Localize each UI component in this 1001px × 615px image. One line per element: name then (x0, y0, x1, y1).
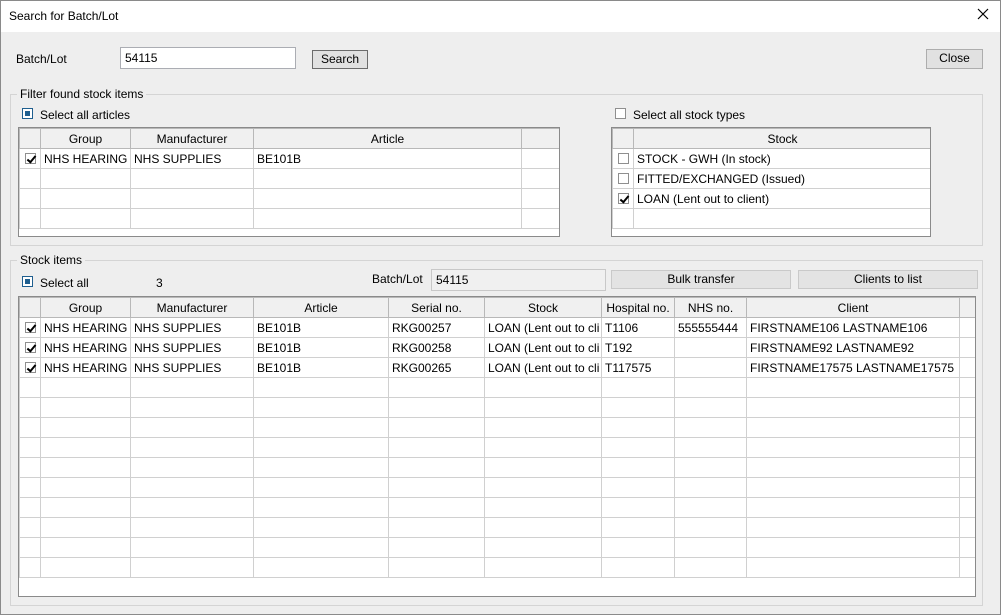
header-extra (521, 128, 559, 149)
articles-table: Group Manufacturer Article NHS HEARING N… (18, 127, 560, 237)
select-all-articles-checkbox[interactable] (22, 108, 33, 119)
close-button[interactable]: Close (926, 49, 983, 69)
table-row (19, 188, 559, 209)
cell-group: NHS HEARING (40, 357, 131, 378)
list-item (612, 208, 930, 229)
list-item[interactable]: FITTED/EXCHANGED (Issued) (612, 168, 930, 189)
cell-stock: LOAN (Lent out to cli (484, 357, 602, 378)
header-client[interactable]: Client (746, 297, 960, 318)
header-extra (959, 297, 975, 318)
table-row (19, 437, 975, 458)
close-icon[interactable] (976, 7, 990, 21)
cell-stock: FITTED/EXCHANGED (Issued) (633, 168, 930, 189)
select-all-articles-label: Select all articles (40, 108, 131, 122)
table-row (19, 377, 975, 398)
cell-hospital: T1106 (601, 317, 675, 338)
cell-group: NHS HEARING (40, 148, 131, 169)
cell-article: BE101B (253, 317, 389, 338)
cell-nhs (674, 337, 747, 358)
row-checkbox[interactable] (618, 193, 629, 204)
select-all-stock-types-label: Select all stock types (633, 108, 746, 122)
cell-article: BE101B (253, 337, 389, 358)
cell-article: BE101B (253, 148, 522, 169)
table-row (19, 497, 975, 518)
batch-lot-label-2: Batch/Lot (372, 272, 423, 286)
select-all-checkbox[interactable] (22, 276, 33, 287)
table-row (19, 517, 975, 538)
cell-stock: STOCK - GWH (In stock) (633, 148, 930, 169)
row-checkbox[interactable] (618, 173, 629, 184)
list-item[interactable]: STOCK - GWH (In stock) (612, 148, 930, 169)
stock-items-table: Group Manufacturer Article Serial no. St… (18, 296, 976, 597)
search-button[interactable]: Search (312, 50, 368, 69)
filter-legend: Filter found stock items (17, 87, 147, 101)
table-row[interactable]: NHS HEARING NHS SUPPLIES BE101B (19, 148, 559, 169)
cell-stock: LOAN (Lent out to client) (633, 188, 930, 209)
header-serial[interactable]: Serial no. (388, 297, 485, 318)
table-row (19, 168, 559, 189)
header-article[interactable]: Article (253, 297, 389, 318)
row-checkbox[interactable] (618, 153, 629, 164)
table-row (19, 557, 975, 578)
header-checkbox-col (612, 128, 634, 149)
cell-client: FIRSTNAME92 LASTNAME92 (746, 337, 960, 358)
header-stock[interactable]: Stock (484, 297, 602, 318)
cell-client: FIRSTNAME17575 LASTNAME17575 (746, 357, 960, 378)
select-all-label: Select all (40, 276, 89, 290)
list-item[interactable]: LOAN (Lent out to client) (612, 188, 930, 209)
header-hospital-no[interactable]: Hospital no. (601, 297, 675, 318)
cell-hospital: T117575 (601, 357, 675, 378)
row-checkbox[interactable] (25, 322, 36, 333)
table-row (19, 208, 559, 229)
cell-serial: RKG00258 (388, 337, 485, 358)
title-bar: Search for Batch/Lot (1, 1, 1000, 32)
cell-group: NHS HEARING (40, 317, 131, 338)
stock-types-table: Stock STOCK - GWH (In stock) FITTED/EXCH… (611, 127, 931, 237)
header-checkbox-col (19, 297, 41, 318)
cell-group: NHS HEARING (40, 337, 131, 358)
stock-items-legend: Stock items (17, 253, 86, 267)
item-count: 3 (156, 276, 163, 290)
batch-lot-label: Batch/Lot (16, 52, 67, 66)
table-row (19, 477, 975, 498)
table-row[interactable]: NHS HEARING NHS SUPPLIES BE101B RKG00265 LOA… (19, 357, 975, 378)
batch-lot-input[interactable] (120, 47, 296, 69)
bulk-transfer-button[interactable]: Bulk transfer (611, 270, 791, 289)
table-row[interactable]: NHS HEARING NHS SUPPLIES BE101B RKG00257 LOA… (19, 317, 975, 338)
cell-nhs: 555555444 (674, 317, 747, 338)
header-group[interactable]: Group (40, 128, 131, 149)
table-row (19, 537, 975, 558)
clients-to-list-button[interactable]: Clients to list (798, 270, 978, 289)
window-title: Search for Batch/Lot (9, 9, 119, 23)
cell-stock: LOAN (Lent out to cli (484, 337, 602, 358)
cell-nhs (674, 357, 747, 378)
table-row[interactable]: NHS HEARING NHS SUPPLIES BE101B RKG00258 LOA… (19, 337, 975, 358)
header-checkbox-col (19, 128, 41, 149)
cell-serial: RKG00257 (388, 317, 485, 338)
select-all-stock-types-checkbox[interactable] (615, 108, 626, 119)
header-manufacturer[interactable]: Manufacturer (130, 128, 254, 149)
batch-lot-readonly-field (431, 269, 606, 291)
row-checkbox[interactable] (25, 342, 36, 353)
cell-serial: RKG00265 (388, 357, 485, 378)
row-checkbox[interactable] (25, 153, 36, 164)
cell-stock: LOAN (Lent out to cli (484, 317, 602, 338)
header-nhs-no[interactable]: NHS no. (674, 297, 747, 318)
cell-manufacturer: NHS SUPPLIES (130, 337, 254, 358)
dialog-window: Search for Batch/Lot Batch/Lot Search Cl… (0, 0, 1001, 615)
cell-hospital: T192 (601, 337, 675, 358)
cell-manufacturer: NHS SUPPLIES (130, 317, 254, 338)
cell-manufacturer: NHS SUPPLIES (130, 148, 254, 169)
table-row (19, 397, 975, 418)
row-checkbox[interactable] (25, 362, 36, 373)
cell-article: BE101B (253, 357, 389, 378)
header-manufacturer[interactable]: Manufacturer (130, 297, 254, 318)
table-row (19, 417, 975, 438)
header-article[interactable]: Article (253, 128, 522, 149)
table-row (19, 457, 975, 478)
cell-manufacturer: NHS SUPPLIES (130, 357, 254, 378)
cell-client: FIRSTNAME106 LASTNAME106 (746, 317, 960, 338)
header-group[interactable]: Group (40, 297, 131, 318)
header-stock[interactable]: Stock (633, 128, 930, 149)
